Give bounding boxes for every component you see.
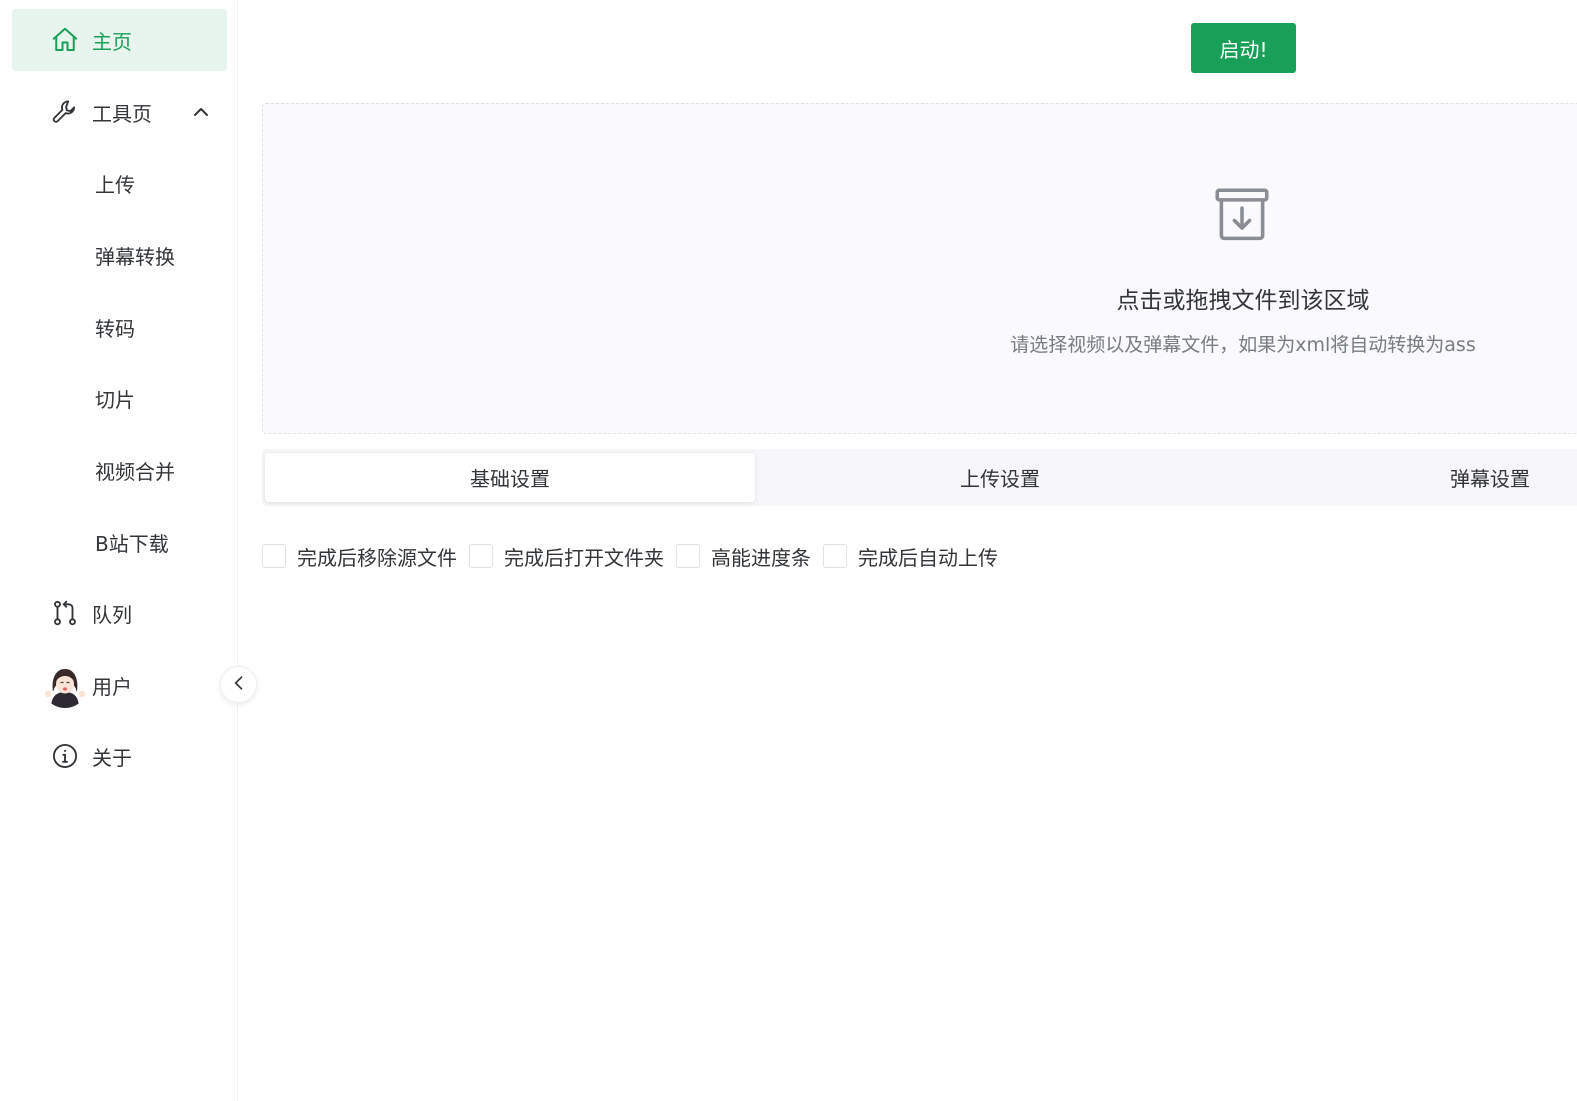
sidebar-item-queue[interactable]: 队列 <box>12 582 227 644</box>
sidebar-subitem-clip[interactable]: 切片 <box>12 367 227 429</box>
checkbox-label: 完成后自动上传 <box>858 545 998 570</box>
checkbox-label: 完成后打开文件夹 <box>504 545 664 570</box>
settings-tabs: 基础设置 上传设置 弹幕设置 <box>262 449 1577 506</box>
sidebar-item-label: 关于 <box>92 745 132 770</box>
options-group: 完成后移除源文件 完成后打开文件夹 高能进度条 完成后自动上传 <box>262 540 1010 572</box>
dropzone-hint: 请选择视频以及弹幕文件，如果为xml将自动转换为ass <box>1010 334 1476 356</box>
sidebar-subitem-transcode[interactable]: 转码 <box>12 296 227 358</box>
sidebar-item-label: 主页 <box>92 29 132 54</box>
info-icon <box>50 741 80 771</box>
sidebar-item-about[interactable]: 关于 <box>12 725 227 787</box>
app-window: 主页 工具页 上传 弹幕转换 转码 切片 视频合并 B站下载 队列 用户 关于 … <box>0 0 1577 1101</box>
sidebar-item-tools[interactable]: 工具页 <box>12 81 227 143</box>
checkbox-label: 高能进度条 <box>711 545 811 570</box>
sidebar-item-user[interactable]: 用户 <box>12 654 227 716</box>
sidebar: 主页 工具页 上传 弹幕转换 转码 切片 视频合并 B站下载 队列 用户 关于 <box>0 0 238 1101</box>
start-button[interactable]: 启动! <box>1191 23 1296 73</box>
home-icon <box>50 25 80 55</box>
dropzone-title: 点击或拖拽文件到该区域 <box>1116 288 1370 314</box>
sidebar-subitem-upload[interactable]: 上传 <box>12 152 227 214</box>
avatar <box>42 662 88 708</box>
option-auto-upload[interactable]: 完成后自动上传 <box>823 542 998 571</box>
tab-danmaku-settings[interactable]: 弹幕设置 <box>1245 453 1577 502</box>
sidebar-item-label: 队列 <box>92 602 132 627</box>
sidebar-item-label: 工具页 <box>92 101 152 126</box>
wrench-icon <box>50 97 80 127</box>
option-highlight-progress[interactable]: 高能进度条 <box>676 542 811 571</box>
checkbox[interactable] <box>262 544 286 568</box>
chevron-up-icon[interactable] <box>189 100 213 124</box>
sidebar-item-label: 用户 <box>92 674 132 699</box>
checkbox[interactable] <box>823 544 847 568</box>
file-dropzone[interactable]: 点击或拖拽文件到该区域 请选择视频以及弹幕文件，如果为xml将自动转换为ass <box>262 103 1577 434</box>
chevron-left-icon <box>229 673 249 697</box>
checkbox[interactable] <box>676 544 700 568</box>
sidebar-collapse-button[interactable] <box>220 666 257 703</box>
option-open-folder[interactable]: 完成后打开文件夹 <box>469 542 664 571</box>
tab-basic-settings[interactable]: 基础设置 <box>265 453 755 502</box>
sidebar-subitem-bilibili-download[interactable]: B站下载 <box>12 511 227 573</box>
git-pull-request-icon <box>50 598 80 628</box>
sidebar-subitem-danmaku-convert[interactable]: 弹幕转换 <box>12 224 227 286</box>
sidebar-item-home[interactable]: 主页 <box>12 9 227 71</box>
sidebar-subitem-video-merge[interactable]: 视频合并 <box>12 439 227 501</box>
archive-download-icon <box>1209 182 1275 248</box>
option-remove-source[interactable]: 完成后移除源文件 <box>262 542 457 571</box>
tab-upload-settings[interactable]: 上传设置 <box>755 453 1245 502</box>
checkbox-label: 完成后移除源文件 <box>297 545 457 570</box>
checkbox[interactable] <box>469 544 493 568</box>
